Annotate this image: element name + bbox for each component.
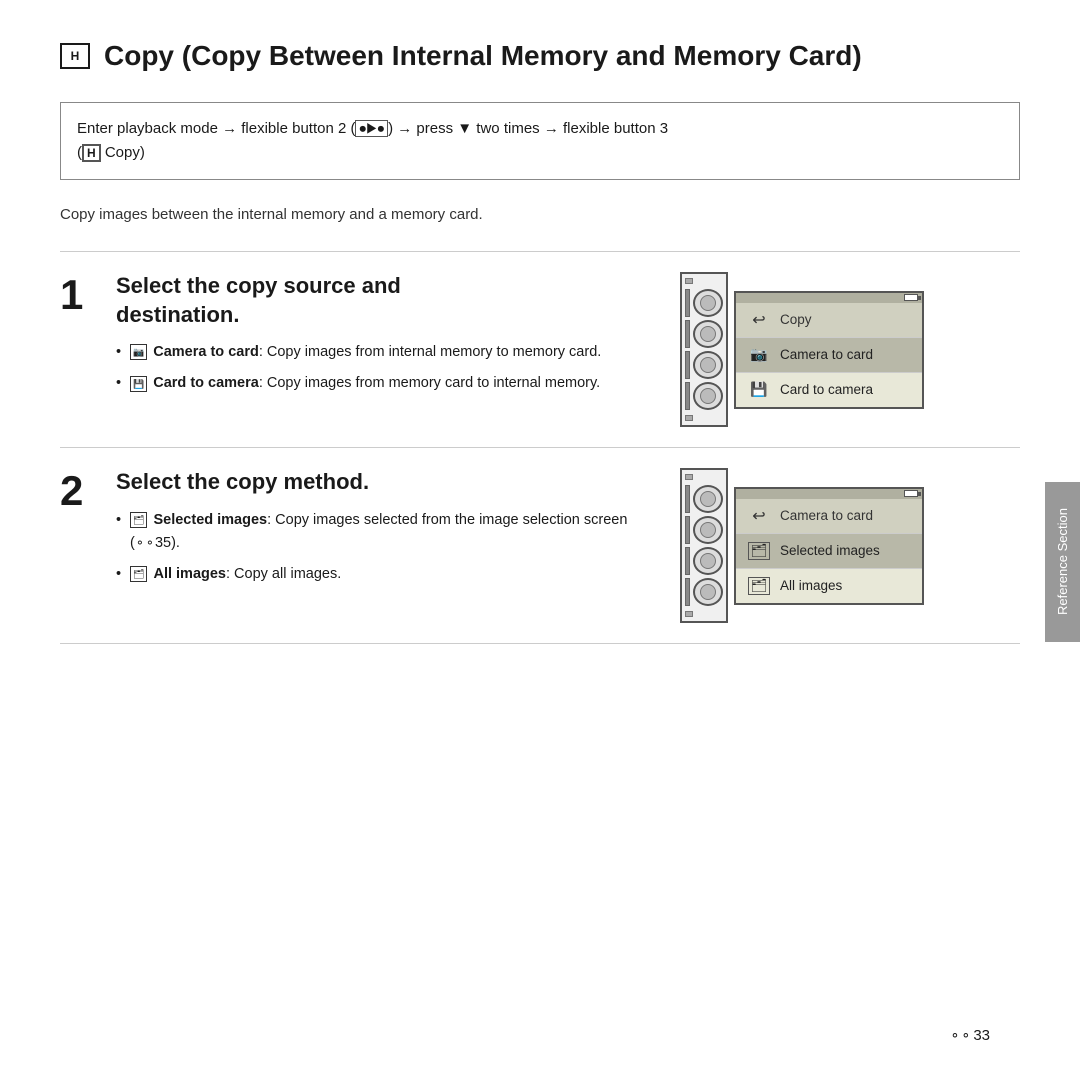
lens-slot-2-2 <box>685 516 723 544</box>
lens-inner <box>700 357 716 373</box>
lens-slot-2-3 <box>685 547 723 575</box>
instruction-text: Enter playback mode → flexible button 2 … <box>77 120 668 161</box>
step-2-camera-ui: ↩ Camera to card 🗂 Selected images 🗂 <box>680 468 1020 623</box>
bullet-card-to-camera: 💾 Card to camera: Copy images from memor… <box>116 372 660 395</box>
selected-images-menu-icon: 🗂 <box>748 542 770 560</box>
lens-slot-1 <box>685 289 723 317</box>
main-content: H Copy (Copy Between Internal Memory and… <box>0 0 1080 684</box>
lens-circle <box>693 351 723 379</box>
lens-bar <box>685 382 690 410</box>
back-arrow-icon-2: ↩ <box>748 507 770 525</box>
lens-slot-2 <box>685 320 723 348</box>
step-1-number: 1 <box>60 274 96 316</box>
lens-bar <box>685 485 690 513</box>
lens-bar <box>685 320 690 348</box>
camera-to-card-icon: 📷 <box>130 344 147 360</box>
instruction-box: Enter playback mode → flexible button 2 … <box>60 102 1020 180</box>
lens-inner <box>700 295 716 311</box>
lens-circle <box>693 547 723 575</box>
step-2-number: 2 <box>60 470 96 512</box>
lcd-battery <box>904 294 918 301</box>
lens-slot-4 <box>685 382 723 410</box>
lens-bar <box>685 578 690 606</box>
page-number: ⚬⚬ 33 <box>950 1027 990 1044</box>
step-1-bullets: 📷 Camera to card: Copy images from inter… <box>116 341 660 395</box>
bullet-selected-images: 🗂 Selected images: Copy images selected … <box>116 509 660 555</box>
lens-circle <box>693 485 723 513</box>
lens-circle <box>693 320 723 348</box>
camera-top-indicator <box>685 278 693 284</box>
lens-bar <box>685 547 690 575</box>
lens-inner <box>700 326 716 342</box>
lens-circle <box>693 289 723 317</box>
camera-bottom-indicator-2 <box>685 611 693 617</box>
camera-to-card-menu-icon: 📷 <box>748 346 770 364</box>
lcd-header-label: Copy <box>780 312 812 327</box>
lcd-battery-2 <box>904 490 918 497</box>
camera-bottom-indicator <box>685 415 693 421</box>
page-number-value: 33 <box>973 1027 990 1044</box>
lens-inner <box>700 584 716 600</box>
lcd-item-card-to-camera: 💾 Card to camera <box>736 373 922 407</box>
page-link-symbol: ⚬⚬ <box>950 1028 972 1044</box>
lcd-header-2-label: Camera to card <box>780 508 873 523</box>
back-arrow-icon: ↩ <box>748 311 770 329</box>
bullet-all-images: 🗂 All images: Copy all images. <box>116 563 660 586</box>
lens-inner <box>700 522 716 538</box>
lcd-selected-images-label: Selected images <box>780 543 880 558</box>
title-text: Copy (Copy Between Internal Memory and M… <box>104 40 862 72</box>
lcd-header-copy: ↩ Copy <box>736 303 922 338</box>
lcd-card-to-camera-label: Card to camera <box>780 382 873 397</box>
lcd-top-bar <box>736 293 922 303</box>
all-images-menu-icon: 🗂 <box>748 577 770 595</box>
lens-circle <box>693 516 723 544</box>
step-2-row: 2 Select the copy method. 🗂 Selected ima… <box>60 447 1020 644</box>
lens-inner <box>700 491 716 507</box>
lcd-camera-to-card-label: Camera to card <box>780 347 873 362</box>
lens-bar <box>685 516 690 544</box>
lens-inner <box>700 553 716 569</box>
all-images-icon: 🗂 <box>130 566 147 582</box>
lens-slot-3 <box>685 351 723 379</box>
step-1-row: 1 Select the copy source anddestination.… <box>60 251 1020 447</box>
step-1-camera-ui: ↩ Copy 📷 Camera to card 💾 <box>680 272 1020 427</box>
step-1-content: Select the copy source anddestination. 📷… <box>116 272 660 404</box>
step-2-title: Select the copy method. <box>116 468 660 497</box>
step-2-bullets: 🗂 Selected images: Copy images selected … <box>116 509 660 587</box>
lens-slot-2-1 <box>685 485 723 513</box>
step-2-content: Select the copy method. 🗂 Selected image… <box>116 468 660 594</box>
step-2-lcd-menu: ↩ Camera to card 🗂 Selected images 🗂 <box>734 487 924 605</box>
lcd-header-camera-to-card: ↩ Camera to card <box>736 499 922 534</box>
step-1-title: Select the copy source anddestination. <box>116 272 660 329</box>
selected-images-icon: 🗂 <box>130 512 147 528</box>
lcd-item-all-images: 🗂 All images <box>736 569 922 603</box>
reference-tab-label: Reference Section <box>1055 508 1070 615</box>
lens-circle <box>693 578 723 606</box>
steps-container: 1 Select the copy source anddestination.… <box>60 251 1020 644</box>
card-to-camera-icon: 💾 <box>130 376 147 392</box>
lcd-item-camera-to-card: 📷 Camera to card <box>736 338 922 373</box>
title-icon: H <box>60 43 90 69</box>
card-to-camera-menu-icon: 💾 <box>748 381 770 399</box>
reference-section-tab: Reference Section <box>1045 482 1080 642</box>
lens-circle <box>693 382 723 410</box>
lcd-item-selected-images: 🗂 Selected images <box>736 534 922 569</box>
lens-slot-2-4 <box>685 578 723 606</box>
camera-body-2 <box>680 468 728 623</box>
page-title: H Copy (Copy Between Internal Memory and… <box>60 40 1020 72</box>
camera-body-1 <box>680 272 728 427</box>
lens-bar <box>685 289 690 317</box>
lens-bar <box>685 351 690 379</box>
camera-top-indicator-2 <box>685 474 693 480</box>
bullet-camera-to-card: 📷 Camera to card: Copy images from inter… <box>116 341 660 364</box>
intro-text: Copy images between the internal memory … <box>60 206 1020 223</box>
lens-inner <box>700 388 716 404</box>
lcd-top-bar-2 <box>736 489 922 499</box>
step-1-lcd-menu: ↩ Copy 📷 Camera to card 💾 <box>734 291 924 409</box>
lcd-all-images-label: All images <box>780 578 842 593</box>
